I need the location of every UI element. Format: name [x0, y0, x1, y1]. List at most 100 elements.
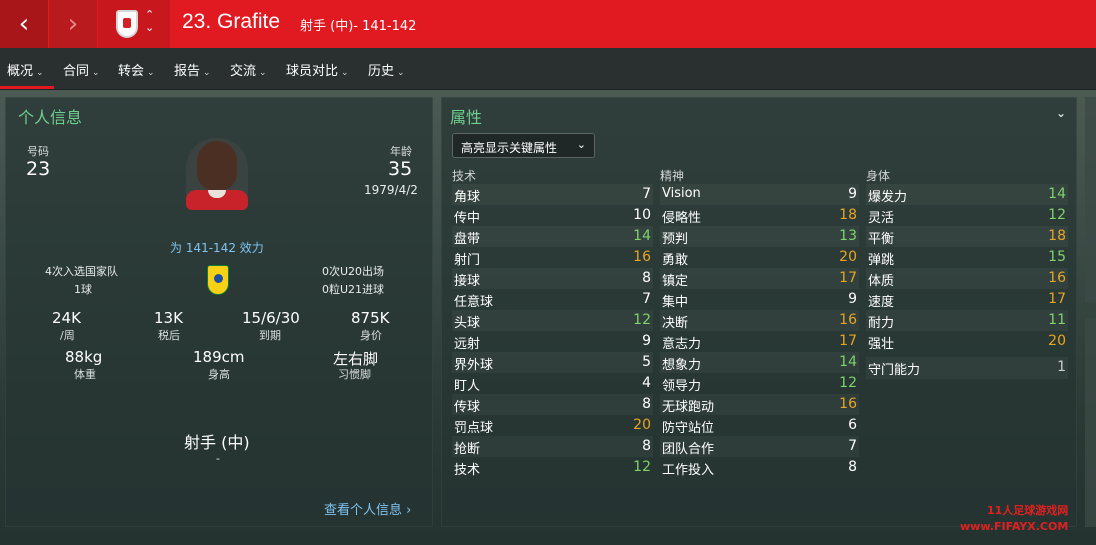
attribute-value: 18: [1048, 228, 1066, 244]
attribute-value: 8: [642, 438, 651, 454]
dropdown-value: 高亮显示关键属性: [461, 141, 558, 155]
date-of-birth: 1979/4/2: [364, 183, 418, 197]
contract-expiry: 15/6/30: [242, 309, 300, 327]
attribute-name: 罚点球: [454, 421, 494, 436]
attribute-row: 角球 7: [452, 184, 653, 205]
foot-label: 习惯脚: [338, 368, 371, 381]
attribute-row: 决断 16: [660, 310, 859, 331]
brazil-flag-icon[interactable]: [207, 265, 229, 295]
weight-label: 体重: [74, 368, 96, 381]
attribute-row: 预判 13: [660, 226, 859, 247]
wage-value: 24K: [52, 309, 81, 327]
tab-bar: 概况 ⌄ 合同 ⌄ 转会 ⌄ 报告 ⌄ 交流 ⌄ 球员对比 ⌄ 历史 ⌄: [0, 48, 1096, 90]
attribute-row: 抢断 8: [452, 436, 653, 457]
attribute-name: 传中: [454, 211, 481, 226]
view-personal-info-link[interactable]: 查看个人信息 ›: [324, 499, 411, 518]
tab-overview[interactable]: 概况 ⌄: [7, 60, 44, 79]
attribute-value: 9: [642, 333, 651, 349]
attribute-value: 20: [1048, 333, 1066, 349]
attribute-value: 7: [848, 438, 857, 454]
tab-player-compare[interactable]: 球员对比 ⌄: [286, 60, 349, 79]
attribute-name: 射门: [454, 253, 481, 268]
attribute-row-goalkeeping: 守门能力 1: [866, 357, 1068, 379]
attribute-value: 16: [633, 249, 651, 265]
attribute-value: 14: [633, 228, 651, 244]
attribute-value: 7: [642, 186, 651, 202]
technical-list: 角球 7 传中 10 盘带 14 射门 16 接球 8 任意球 7 头球 12 远射 9 界外球 5 盯人 4 传球 8 罚…: [452, 184, 653, 478]
tab-reports[interactable]: 报告 ⌄: [174, 60, 211, 79]
chevron-down-icon: ⌄: [259, 68, 267, 78]
attribute-name: 勇敢: [662, 253, 689, 268]
attribute-value: 12: [1048, 207, 1066, 223]
side-panel-edge: [1085, 318, 1096, 527]
attribute-row: 盘带 14: [452, 226, 653, 247]
attribute-name: 界外球: [454, 358, 494, 373]
attribute-row: 头球 12: [452, 310, 653, 331]
attribute-name: 镇定: [662, 274, 689, 289]
chevron-down-icon: ⌄: [147, 68, 155, 78]
height-label: 身高: [208, 368, 230, 381]
international-goals: 1球: [74, 283, 92, 296]
club-switch-chevrons-icon[interactable]: ⌃ ⌄: [145, 8, 154, 34]
attribute-value: 16: [1048, 270, 1066, 286]
value-label: 身价: [360, 329, 382, 342]
attribute-row: 集中 9: [660, 289, 859, 310]
mental-list: Vision 9 侵略性 18 预判 13 勇敢 20 镇定 17 集中 9 决断 16 意志力 17 想象力 1…: [660, 184, 859, 478]
back-icon: ‹: [18, 9, 30, 39]
position-sub: -: [216, 452, 220, 465]
highlight-attributes-dropdown[interactable]: 高亮显示关键属性 ⌄: [452, 133, 595, 158]
back-button[interactable]: ‹: [0, 0, 48, 48]
player-subtitle: 射手 (中)- 141-142: [300, 19, 417, 34]
age-label: 年龄: [390, 145, 412, 158]
club-selector[interactable]: ⌃ ⌄: [98, 0, 170, 48]
physical-list: 爆发力 14 灵活 12 平衡 18 弹跳 15 体质 16 速度 17 耐力 11 强壮 20: [866, 184, 1068, 352]
after-tax-label: 税后: [158, 329, 180, 342]
attribute-name: 任意球: [454, 295, 494, 310]
attribute-name: 头球: [454, 316, 481, 331]
attribute-name: 体质: [868, 274, 895, 289]
attribute-name: 爆发力: [868, 190, 908, 205]
goalkeeping-box: 守门能力 1: [866, 357, 1068, 379]
personal-info-title: 个人信息: [18, 108, 83, 127]
attribute-row: 界外球 5: [452, 352, 653, 373]
player-title: 23. Grafite: [182, 10, 281, 33]
plays-for-link[interactable]: 为 141-142 效力: [170, 239, 264, 256]
attributes-title: 属性: [450, 108, 483, 127]
attribute-value: 14: [839, 354, 857, 370]
attribute-value: 17: [839, 270, 857, 286]
tab-transfer[interactable]: 转会 ⌄: [118, 60, 155, 79]
attribute-row: 勇敢 20: [660, 247, 859, 268]
attribute-name: 速度: [868, 295, 895, 310]
attribute-row: 防守站位 6: [660, 415, 859, 436]
collapse-chevron-icon[interactable]: ⌄: [1056, 106, 1066, 120]
top-bar: ‹ › ⌃ ⌄ 23. Grafite 射手 (中)- 141-142: [0, 0, 1096, 48]
attribute-name: 技术: [454, 463, 481, 478]
attribute-name: 抢断: [454, 442, 481, 457]
attribute-row: 爆发力 14: [866, 184, 1068, 205]
forward-button[interactable]: ›: [49, 0, 97, 48]
attribute-name: 角球: [454, 190, 481, 205]
attribute-value: 16: [839, 396, 857, 412]
attribute-row: 灵活 12: [866, 205, 1068, 226]
attribute-row: 传中 10: [452, 205, 653, 226]
squad-number: 23: [26, 158, 51, 180]
mental-header: 精神: [660, 169, 685, 183]
chevron-down-icon: ⌄: [576, 138, 586, 151]
number-label: 号码: [27, 145, 49, 158]
attribute-value: 14: [1048, 186, 1066, 202]
height-value: 189cm: [193, 348, 245, 366]
attribute-row: 传球 8: [452, 394, 653, 415]
tab-interaction[interactable]: 交流 ⌄: [230, 60, 267, 79]
club-crest-icon: [116, 10, 138, 38]
attribute-name: 意志力: [662, 337, 702, 352]
expiry-label: 到期: [259, 329, 281, 342]
attribute-value: 6: [848, 417, 857, 433]
international-caps: 4次入选国家队: [45, 265, 118, 278]
attribute-row: 远射 9: [452, 331, 653, 352]
tab-contract[interactable]: 合同 ⌄: [63, 60, 100, 79]
forward-icon: ›: [67, 9, 79, 39]
attribute-row: 射门 16: [452, 247, 653, 268]
market-value: 875K: [351, 309, 390, 327]
attribute-row: 侵略性 18: [660, 205, 859, 226]
tab-history[interactable]: 历史 ⌄: [368, 60, 405, 79]
